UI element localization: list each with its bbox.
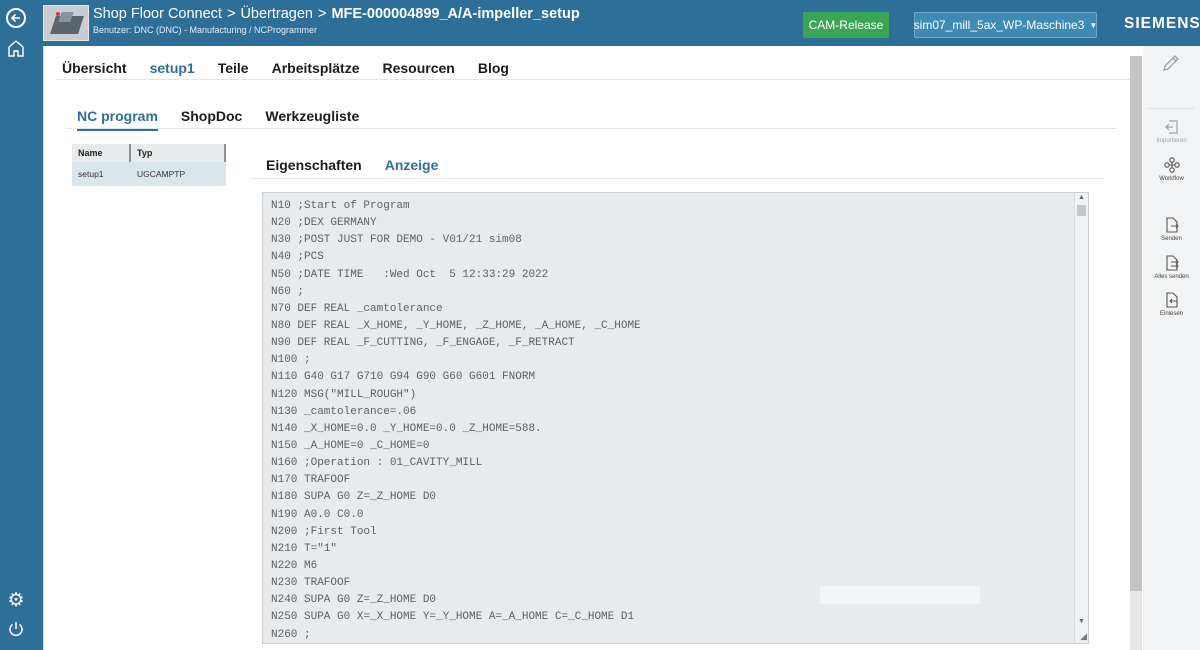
code-line: N150 _A_HOME=0 _C_HOME=0 xyxy=(271,439,430,452)
tab-blog[interactable]: Blog xyxy=(478,60,509,76)
code-line: N180 SUPA G0 Z=_Z_HOME D0 xyxy=(271,491,437,504)
tab-arbeitsplaetze[interactable]: Arbeitsplätze xyxy=(272,60,360,76)
workflow-label: Workflow xyxy=(1159,176,1184,182)
code-lines: N10 ;Start of Program N20 ;DEX GERMANY N30… xyxy=(271,198,641,643)
code-line: N10 ;Start of Program xyxy=(271,200,410,212)
workflow-icon xyxy=(1163,157,1180,173)
breadcrumb-separator: > xyxy=(226,6,236,22)
code-line: N160 ;Operation : 01_CAVITY_MILL xyxy=(271,457,483,470)
main-content: Übersicht setup1 Teile Arbeitsplätze Res… xyxy=(43,46,1131,650)
scrollbar-thumb[interactable] xyxy=(1077,205,1086,216)
right-action-panel: Importieren Workflow Senden Alles senden… xyxy=(1143,46,1200,650)
scroll-down-icon[interactable]: ▼ xyxy=(1078,618,1085,625)
part-thumbnail xyxy=(43,5,89,41)
code-line: N250 SUPA G0 X=_X_HOME Y=_Y_HOME A=_A_HO… xyxy=(271,611,635,624)
divider xyxy=(1149,108,1194,109)
column-header-typ[interactable]: Typ xyxy=(131,144,152,162)
code-line: N100 ; xyxy=(271,354,311,367)
home-icon[interactable] xyxy=(7,38,25,58)
footer-strip xyxy=(820,586,980,604)
divider xyxy=(65,128,1117,129)
import-label: Importieren xyxy=(1156,138,1187,144)
main-tabs: Übersicht setup1 Teile Arbeitsplätze Res… xyxy=(62,60,532,76)
code-line: N210 T="1" xyxy=(271,542,338,555)
workflow-button[interactable]: Workflow xyxy=(1143,156,1200,182)
code-line: N240 SUPA G0 Z=_Z_HOME D0 xyxy=(271,594,437,607)
read-in-icon xyxy=(1165,292,1178,308)
code-line: N50 ;DATE TIME :Wed Oct 5 12:33:29 2022 xyxy=(271,268,549,281)
program-list: Name Typ setup1 UGCAMPTP xyxy=(72,144,226,186)
divider xyxy=(250,178,1103,179)
table-row[interactable]: setup1 UGCAMPTP xyxy=(72,162,226,186)
code-line: N30 ;POST JUST FOR DEMO - V01/21 sim08 xyxy=(271,234,522,247)
code-line: N70 DEF REAL _camtolerance xyxy=(271,302,443,315)
back-arrow-icon[interactable] xyxy=(6,8,26,28)
code-line: N40 ;PCS xyxy=(271,251,324,264)
code-line: N120 MSG("MILL_ROUGH") xyxy=(271,388,417,401)
breadcrumb-app-title[interactable]: Shop Floor Connect xyxy=(93,6,222,22)
code-line: N20 ;DEX GERMANY xyxy=(271,217,377,230)
machine-dropdown-label: sim07_mill_5ax_WP-Maschine3 xyxy=(913,18,1085,32)
code-line: N110 G40 G17 G710 G94 G90 G60 G601 FNORM xyxy=(271,371,536,384)
import-icon xyxy=(1164,120,1178,134)
machine-dropdown[interactable]: sim07_mill_5ax_WP-Maschine3 ▼ xyxy=(914,12,1097,38)
left-rail: ⚙ xyxy=(0,40,43,650)
gear-icon[interactable]: ⚙ xyxy=(7,591,25,610)
pencil-icon[interactable] xyxy=(1160,52,1182,74)
import-button[interactable]: Importieren xyxy=(1143,118,1200,144)
tab-resourcen[interactable]: Resourcen xyxy=(383,60,455,76)
program-list-header: Name Typ xyxy=(72,144,226,162)
scroll-up-icon[interactable]: ▲ xyxy=(1078,194,1085,201)
resize-handle-icon[interactable]: ◢ xyxy=(1080,631,1087,642)
breadcrumb-uebertragen[interactable]: Übertragen xyxy=(240,6,313,22)
code-line: N190 A0.0 C0.0 xyxy=(271,508,364,521)
page-scrollbar[interactable] xyxy=(1130,56,1142,650)
cell-typ: UGCAMPTP xyxy=(137,169,186,179)
code-scrollbar[interactable]: ▲ ▼ xyxy=(1074,193,1088,643)
divider xyxy=(56,79,1131,80)
send-button[interactable]: Senden xyxy=(1143,216,1200,242)
cam-release-button[interactable]: CAM-Release xyxy=(803,12,889,38)
code-line: N200 ;First Tool xyxy=(271,525,377,538)
top-bar: Shop Floor Connect > Übertragen > MFE-000004… xyxy=(0,0,1200,46)
code-line: N90 DEF REAL _F_CUTTING, _F_ENGAGE, _F_R… xyxy=(271,337,575,350)
tab-eigenschaften[interactable]: Eigenschaften xyxy=(266,157,362,173)
read-in-button[interactable]: Einlesen xyxy=(1143,291,1200,317)
code-line: N60 ; xyxy=(271,285,305,298)
tab-teile[interactable]: Teile xyxy=(218,60,249,76)
code-line: N170 TRAFOOF xyxy=(271,474,351,487)
breadcrumb: Shop Floor Connect > Übertragen > MFE-000004… xyxy=(93,6,580,22)
caret-down-icon: ▼ xyxy=(1089,20,1098,30)
breadcrumb-separator: > xyxy=(317,6,327,22)
brand-logo: SIEMENS xyxy=(1124,15,1200,32)
send-all-label: Alles senden xyxy=(1154,274,1189,280)
nc-code-viewer[interactable]: N10 ;Start of Program N20 ;DEX GERMANY N30… xyxy=(262,192,1089,644)
send-all-button[interactable]: Alles senden xyxy=(1143,254,1200,280)
code-line: N80 DEF REAL _X_HOME, _Y_HOME, _Z_HOME, … xyxy=(271,319,641,332)
code-line: N140 _X_HOME=0.0 _Y_HOME=0.0 _Z_HOME=588… xyxy=(271,422,542,435)
user-info: Benutzer: DNC (DNC) - Manufacturing / NC… xyxy=(93,25,318,35)
page-scrollbar-thumb[interactable] xyxy=(1130,56,1142,591)
code-line: N220 M6 xyxy=(271,559,318,572)
tab-uebersicht[interactable]: Übersicht xyxy=(62,60,127,76)
code-line: N130 _camtolerance=.06 xyxy=(271,405,417,418)
power-icon[interactable] xyxy=(7,620,25,638)
cell-name: setup1 xyxy=(78,169,104,179)
send-all-icon xyxy=(1165,255,1179,271)
detail-tabs: Eigenschaften Anzeige xyxy=(266,157,461,173)
column-header-name[interactable]: Name xyxy=(72,144,131,162)
code-line: N230 TRAFOOF xyxy=(271,577,351,590)
send-icon xyxy=(1165,217,1179,233)
send-label: Senden xyxy=(1161,236,1182,242)
read-in-label: Einlesen xyxy=(1159,311,1183,317)
tab-setup1[interactable]: setup1 xyxy=(150,60,195,76)
breadcrumb-current: MFE-000004899_A/A-impeller_setup xyxy=(331,6,580,22)
code-line: N260 ; xyxy=(271,628,311,641)
tab-anzeige[interactable]: Anzeige xyxy=(385,157,439,173)
